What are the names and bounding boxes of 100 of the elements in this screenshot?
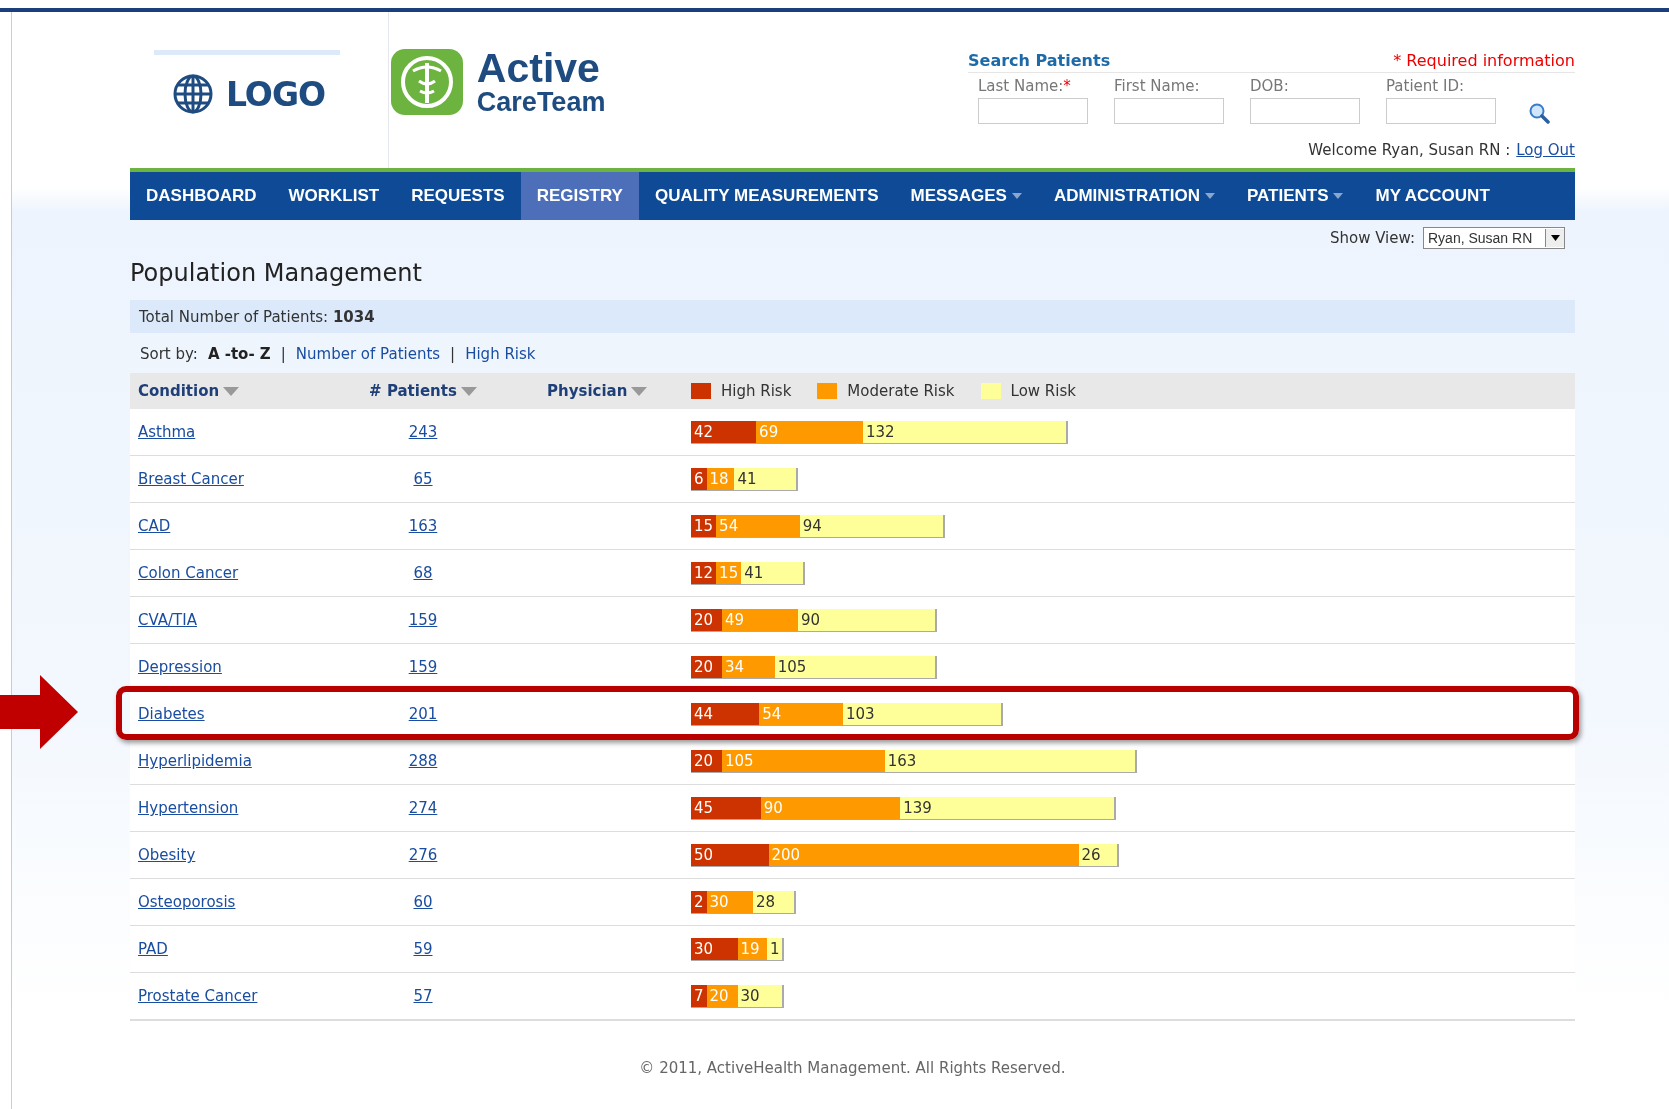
field-label: Patient ID: <box>1386 77 1466 95</box>
legend-label: High Risk <box>721 382 792 400</box>
separator-text: | <box>450 345 456 363</box>
nav-tab[interactable]: QUALITY MEASUREMENTS <box>638 172 895 220</box>
bar-segment: 26 <box>1078 843 1119 867</box>
column-header[interactable]: # Patients <box>369 382 457 400</box>
search-title: Search Patients <box>968 51 1111 70</box>
patients-link[interactable]: 68 <box>413 564 433 582</box>
patients-link[interactable]: 243 <box>408 423 438 441</box>
bar-segment: 12 <box>691 561 717 585</box>
condition-link[interactable]: Diabetes <box>138 705 205 723</box>
sort-icon[interactable] <box>631 386 648 396</box>
field-label: DOB: <box>1250 77 1290 95</box>
patients-link[interactable]: 60 <box>413 893 433 911</box>
logout-link[interactable]: Log Out <box>1516 141 1575 159</box>
sort-link[interactable]: A -to- Z <box>207 345 271 363</box>
sort-icon[interactable] <box>223 386 240 396</box>
condition-link[interactable]: Hypertension <box>138 799 239 817</box>
patients-link[interactable]: 57 <box>413 987 433 1005</box>
bar-segment: 44 <box>691 702 760 726</box>
nav-tab[interactable]: REQUESTS <box>395 172 521 220</box>
bar-segment: 6 <box>691 467 707 491</box>
bar-segment: 15 <box>691 514 717 538</box>
bar-segment: 105 <box>774 655 938 679</box>
sort-icon[interactable] <box>460 386 477 396</box>
condition-link[interactable]: CAD <box>138 517 171 535</box>
input-field[interactable] <box>1114 98 1224 124</box>
input-field[interactable] <box>1386 98 1496 124</box>
column-header[interactable]: Condition <box>138 382 220 400</box>
nav-tab[interactable]: MESSAGES <box>894 172 1038 220</box>
bar-segment: 30 <box>737 984 785 1008</box>
bar-segment: 20 <box>691 749 722 773</box>
column-header[interactable]: Physician <box>547 382 628 400</box>
bar-segment: 139 <box>900 796 1116 820</box>
bar-segment: 18 <box>706 467 735 491</box>
caret-icon <box>1550 235 1560 241</box>
logo-text: LOGO <box>226 74 326 114</box>
nav-tab[interactable]: WORKLIST <box>272 172 396 220</box>
page-title: Population Management <box>130 259 423 287</box>
condition-link[interactable]: Prostate Cancer <box>138 987 258 1005</box>
condition-link[interactable]: PAD <box>138 940 168 958</box>
bar-segment: 90 <box>760 796 901 820</box>
bar-segment: 15 <box>716 561 742 585</box>
patients-link[interactable]: 288 <box>408 752 438 770</box>
bar-segment: 30 <box>691 937 738 961</box>
sort-link[interactable]: High Risk <box>465 345 536 363</box>
show-view-label: Show View: <box>1329 229 1415 247</box>
condition-link[interactable]: Breast Cancer <box>138 470 244 488</box>
search-icon[interactable] <box>1528 102 1550 124</box>
patients-link[interactable]: 159 <box>408 611 438 629</box>
condition-link[interactable]: CVA/TIA <box>138 611 197 629</box>
caret-icon <box>1011 193 1022 199</box>
bar-segment: 7 <box>691 984 707 1008</box>
bar-segment: 30 <box>706 890 754 914</box>
sort-link[interactable]: Number of Patients <box>295 345 441 363</box>
patients-link[interactable]: 276 <box>408 846 438 864</box>
bar-segment: 132 <box>863 420 1068 444</box>
condition-link[interactable]: Depression <box>138 658 222 676</box>
patients-link[interactable]: 65 <box>413 470 433 488</box>
bar-segment: 90 <box>797 608 938 632</box>
bar-segment: 19 <box>737 937 767 961</box>
nav-tab[interactable]: PATIENTS <box>1230 172 1360 220</box>
condition-link[interactable]: Osteoporosis <box>138 893 236 911</box>
nav-tab[interactable]: MY ACCOUNT <box>1359 172 1506 220</box>
bar-segment: 20 <box>691 655 722 679</box>
caret-icon <box>1204 193 1215 199</box>
bar-segment: 105 <box>722 749 885 773</box>
patients-link[interactable]: 274 <box>408 799 438 817</box>
bar-segment: 2 <box>691 890 707 914</box>
arrow-icon <box>0 675 78 749</box>
field-label: Last Name:* <box>978 77 1072 95</box>
patients-link[interactable]: 201 <box>408 705 438 723</box>
bar-segment: 41 <box>734 467 798 491</box>
bar-segment: 200 <box>768 843 1079 867</box>
sort-label: Sort by: <box>140 345 198 363</box>
welcome-text: Welcome Ryan, Susan RN : <box>1308 141 1511 159</box>
bar-segment: 20 <box>691 608 722 632</box>
condition-link[interactable]: Asthma <box>138 423 196 441</box>
condition-link[interactable]: Obesity <box>138 846 196 864</box>
input-field[interactable] <box>1250 98 1360 124</box>
nav-tab[interactable]: DASHBOARD <box>130 172 273 220</box>
bar-segment: 54 <box>716 514 800 538</box>
nav-tab[interactable]: ADMINISTRATION <box>1037 172 1231 220</box>
total-text: Total Number of Patients: 1034 <box>139 307 375 326</box>
input-field[interactable] <box>978 98 1088 124</box>
condition-link[interactable]: Colon Cancer <box>138 564 239 582</box>
field-label: First Name: <box>1114 77 1201 95</box>
patients-link[interactable]: 159 <box>408 658 438 676</box>
bar-segment: 28 <box>753 890 797 914</box>
patients-link[interactable]: 163 <box>408 517 438 535</box>
patients-link[interactable]: 59 <box>413 940 433 958</box>
legend-label: Moderate Risk <box>847 382 955 400</box>
condition-link[interactable]: Hyperlipidemia <box>138 752 252 770</box>
nav-tab[interactable]: REGISTRY <box>520 172 639 220</box>
brand-name: CareTeam <box>476 89 606 116</box>
globe-icon <box>172 73 214 115</box>
bar-segment: 45 <box>691 796 761 820</box>
footer-text: © 2011, ActiveHealth Management. All Rights Reserved. <box>638 1059 1067 1077</box>
bar-segment: 34 <box>722 655 775 679</box>
view-select[interactable]: Ryan, Susan RN <box>1423 227 1565 249</box>
